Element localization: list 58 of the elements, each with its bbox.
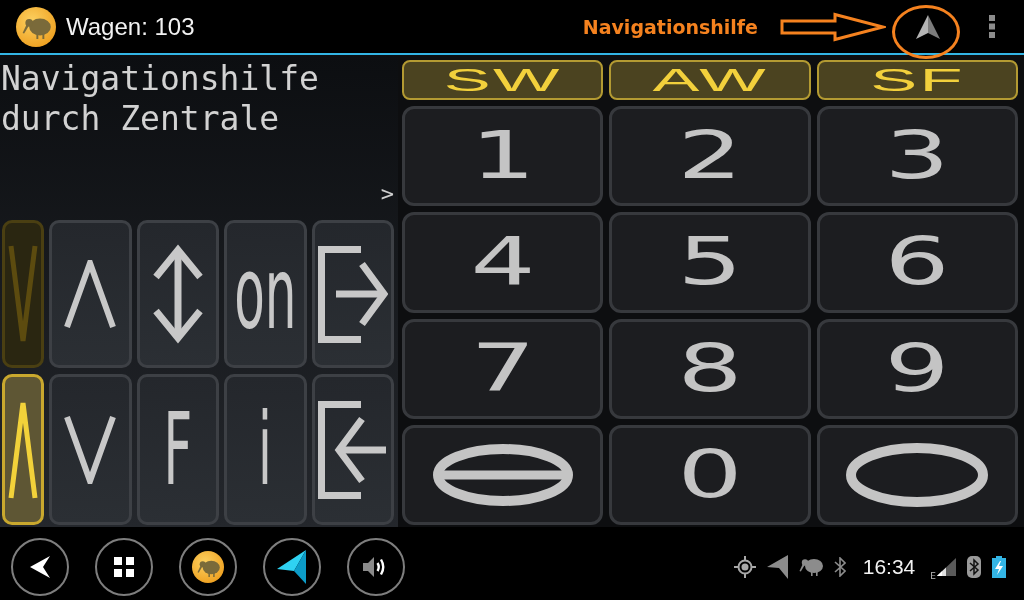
control-key[interactable] bbox=[311, 374, 394, 525]
outline-arrow-icon bbox=[780, 11, 886, 42]
prompt-marker: > bbox=[380, 182, 394, 206]
keypad-key[interactable]: 6 bbox=[816, 212, 1018, 313]
chevron-down-icon bbox=[8, 245, 38, 343]
keypad-key[interactable]: 5 bbox=[609, 212, 811, 313]
bluetooth-icon bbox=[967, 555, 981, 578]
keypad-key[interactable]: 2 bbox=[609, 106, 811, 207]
message-text: Navigationshilfe durch Zentrale bbox=[1, 59, 320, 139]
chevron-down-icon bbox=[63, 415, 118, 484]
apps-button[interactable] bbox=[95, 537, 153, 596]
clock-time: 16:34 bbox=[862, 554, 916, 579]
bird-logo-icon bbox=[16, 6, 56, 47]
signal-bars-icon bbox=[937, 557, 956, 576]
bird-icon bbox=[798, 556, 823, 577]
app-title: Wagen: 103 bbox=[66, 12, 195, 41]
keypad-key[interactable]: 9 bbox=[816, 318, 1018, 419]
battery-charging-icon bbox=[992, 555, 1006, 578]
control-key[interactable] bbox=[49, 374, 132, 525]
keypad-key[interactable]: 3 bbox=[816, 106, 1018, 207]
navigation-button[interactable] bbox=[263, 537, 321, 596]
keypad-key[interactable]: 8 bbox=[609, 318, 811, 419]
back-button[interactable] bbox=[11, 537, 69, 596]
keypad-key[interactable]: 1 bbox=[402, 106, 604, 207]
control-key[interactable]: i bbox=[224, 374, 307, 525]
navigation-arrow-icon bbox=[916, 14, 940, 39]
chevron-up-icon bbox=[8, 400, 38, 499]
keypad-key[interactable]: 0 bbox=[609, 424, 811, 525]
keypad-key[interactable] bbox=[816, 424, 1018, 525]
keypad-key[interactable]: 4 bbox=[402, 212, 604, 313]
app-button[interactable] bbox=[179, 537, 237, 596]
keypad-key[interactable]: 7 bbox=[402, 318, 604, 419]
up-down-arrow-icon bbox=[151, 244, 204, 344]
control-key[interactable]: on bbox=[224, 220, 307, 368]
chevron-up-icon bbox=[63, 260, 118, 328]
annotation-label: Navigationshilfe bbox=[582, 15, 758, 38]
apps-grid-icon bbox=[114, 556, 134, 577]
network-type-label: E bbox=[930, 571, 936, 581]
navigation-arrow-icon bbox=[277, 549, 307, 584]
bluetooth-icon bbox=[833, 556, 846, 577]
control-key[interactable] bbox=[49, 220, 132, 368]
barred-ellipse-icon bbox=[432, 443, 573, 506]
volume-button[interactable] bbox=[347, 537, 405, 596]
control-key[interactable] bbox=[311, 220, 394, 368]
control-key[interactable]: F bbox=[136, 374, 219, 525]
bird-logo-icon bbox=[192, 550, 224, 583]
mode-key[interactable]: SF bbox=[816, 60, 1018, 100]
control-key[interactable] bbox=[136, 220, 219, 368]
overflow-menu-icon bbox=[989, 15, 995, 38]
mode-key[interactable]: SW bbox=[402, 60, 604, 100]
ellipse-icon bbox=[846, 442, 989, 507]
back-arrow-icon bbox=[30, 555, 50, 578]
toggle-key[interactable] bbox=[2, 220, 44, 368]
toggle-key[interactable] bbox=[2, 374, 44, 525]
navigation-arrow-icon bbox=[766, 554, 788, 579]
keypad-key[interactable] bbox=[402, 424, 604, 525]
mode-key[interactable]: AW bbox=[609, 60, 811, 100]
gps-target-icon bbox=[733, 555, 756, 578]
